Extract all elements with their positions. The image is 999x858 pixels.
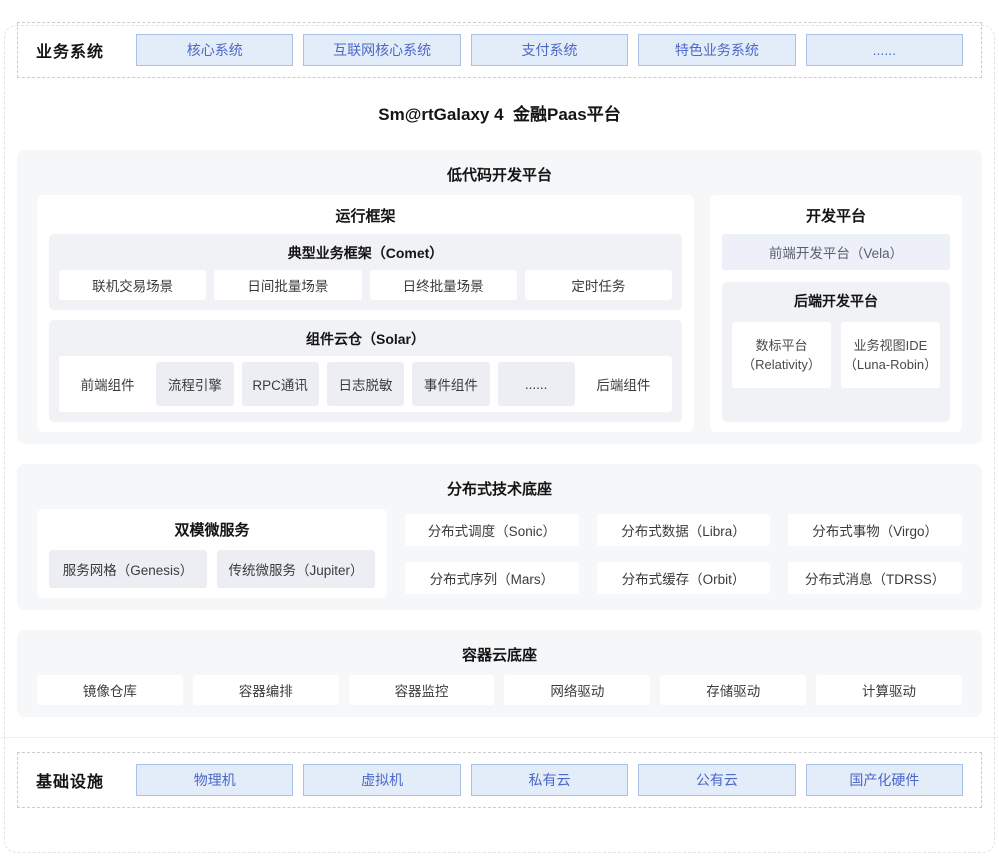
comet-item: 日间批量场景: [214, 270, 361, 300]
container-cloud-item: 网络驱动: [504, 675, 650, 705]
business-system-item: 互联网核心系统: [303, 34, 460, 66]
solar-chip: 事件组件: [412, 362, 489, 406]
infrastructure-item: 国产化硬件: [806, 764, 963, 796]
dual-mode-row: 服务网格（Genesis） 传统微服务（Jupiter）: [49, 550, 375, 588]
solar-items-row: 前端组件 流程引擎 RPC通讯 日志脱敏 事件组件 ...... 后端组件: [59, 356, 672, 412]
business-system-item: 支付系统: [471, 34, 628, 66]
backend-items-row: 数标平台 （Relativity） 业务视图IDE （Luna-Robin）: [732, 322, 940, 388]
runtime-framework-title: 运行框架: [49, 207, 682, 226]
platform-title: Sm@rtGalaxy 4 金融Paas平台: [0, 104, 999, 126]
dual-mode-item: 传统微服务（Jupiter）: [217, 550, 375, 588]
backend-item-name: 数标平台: [755, 336, 807, 356]
container-cloud-item: 容器监控: [349, 675, 495, 705]
infrastructure-item: 虚拟机: [303, 764, 460, 796]
container-cloud-row: 镜像仓库 容器编排 容器监控 网络驱动 存储驱动 计算驱动: [37, 675, 962, 705]
solar-frontend-item: 前端组件: [67, 362, 148, 406]
low-code-columns: 运行框架 典型业务框架（Comet） 联机交易场景 日间批量场景 日终批量场景 …: [37, 195, 962, 432]
runtime-framework-card: 运行框架 典型业务框架（Comet） 联机交易场景 日间批量场景 日终批量场景 …: [37, 195, 694, 432]
infrastructure-item: 私有云: [471, 764, 628, 796]
container-cloud-item: 存储驱动: [660, 675, 806, 705]
distributed-service-item: 分布式缓存（Orbit）: [597, 562, 771, 594]
dual-mode-microservices-card: 双模微服务 服务网格（Genesis） 传统微服务（Jupiter）: [37, 509, 387, 598]
infrastructure-item: 物理机: [136, 764, 293, 796]
container-cloud-item: 容器编排: [193, 675, 339, 705]
distributed-service-item: 分布式调度（Sonic）: [405, 514, 579, 546]
comet-item: 日终批量场景: [370, 270, 517, 300]
low-code-title: 低代码开发平台: [37, 166, 962, 185]
container-cloud-item: 计算驱动: [816, 675, 962, 705]
backend-item-code: （Luna-Robin）: [844, 355, 937, 375]
container-cloud-title: 容器云底座: [37, 646, 962, 665]
container-cloud-item: 镜像仓库: [37, 675, 183, 705]
distributed-title: 分布式技术底座: [37, 480, 962, 499]
distributed-columns: 双模微服务 服务网格（Genesis） 传统微服务（Jupiter） 分布式调度…: [37, 509, 962, 598]
solar-panel: 组件云仓（Solar） 前端组件 流程引擎 RPC通讯 日志脱敏 事件组件 ..…: [49, 320, 682, 422]
solar-chip: ......: [498, 362, 575, 406]
distributed-panel: 分布式技术底座 双模微服务 服务网格（Genesis） 传统微服务（Jupite…: [17, 464, 982, 610]
backend-dev-panel: 后端开发平台 数标平台 （Relativity） 业务视图IDE （Luna-R…: [722, 282, 950, 422]
backend-item-name: 业务视图IDE: [854, 336, 928, 356]
business-systems-label: 业务系统: [36, 38, 136, 62]
distributed-services-grid: 分布式调度（Sonic） 分布式数据（Libra） 分布式事物（Virgo） 分…: [405, 509, 962, 598]
business-systems-strip: 业务系统 核心系统 互联网核心系统 支付系统 特色业务系统 ......: [17, 22, 982, 78]
distributed-service-item: 分布式事物（Virgo）: [788, 514, 962, 546]
vela-frontend-platform-box: 前端开发平台（Vela）: [722, 234, 950, 270]
backend-item-code: （Relativity）: [742, 355, 821, 375]
solar-title: 组件云仓（Solar）: [59, 330, 672, 348]
comet-items-row: 联机交易场景 日间批量场景 日终批量场景 定时任务: [59, 270, 672, 300]
distributed-service-item: 分布式消息（TDRSS）: [788, 562, 962, 594]
dual-mode-item: 服务网格（Genesis）: [49, 550, 207, 588]
business-system-item: 特色业务系统: [638, 34, 795, 66]
infrastructure-boxes: 物理机 虚拟机 私有云 公有云 国产化硬件: [136, 764, 963, 796]
distributed-service-item: 分布式序列（Mars）: [405, 562, 579, 594]
dual-mode-title: 双模微服务: [49, 521, 375, 540]
low-code-panel: 低代码开发平台 运行框架 典型业务框架（Comet） 联机交易场景 日间批量场景…: [17, 150, 982, 444]
dev-platform-card: 开发平台 前端开发平台（Vela） 后端开发平台 数标平台 （Relativit…: [710, 195, 962, 432]
business-systems-boxes: 核心系统 互联网核心系统 支付系统 特色业务系统 ......: [136, 34, 963, 66]
dev-platform-title: 开发平台: [722, 207, 950, 226]
container-cloud-panel: 容器云底座 镜像仓库 容器编排 容器监控 网络驱动 存储驱动 计算驱动: [17, 630, 982, 717]
comet-title: 典型业务框架（Comet）: [59, 244, 672, 262]
backend-item-luna-robin: 业务视图IDE （Luna-Robin）: [841, 322, 940, 388]
solar-backend-item: 后端组件: [583, 362, 664, 406]
infrastructure-label: 基础设施: [36, 768, 136, 792]
comet-panel: 典型业务框架（Comet） 联机交易场景 日间批量场景 日终批量场景 定时任务: [49, 234, 682, 310]
backend-item-relativity: 数标平台 （Relativity）: [732, 322, 831, 388]
section-divider: [0, 737, 999, 738]
solar-chip: 流程引擎: [156, 362, 233, 406]
infrastructure-item: 公有云: [638, 764, 795, 796]
solar-chip: RPC通讯: [242, 362, 319, 406]
distributed-service-item: 分布式数据（Libra）: [597, 514, 771, 546]
solar-chip: 日志脱敏: [327, 362, 404, 406]
comet-item: 定时任务: [525, 270, 672, 300]
business-system-item: 核心系统: [136, 34, 293, 66]
comet-item: 联机交易场景: [59, 270, 206, 300]
infrastructure-strip: 基础设施 物理机 虚拟机 私有云 公有云 国产化硬件: [17, 752, 982, 808]
backend-dev-title: 后端开发平台: [732, 292, 940, 310]
business-system-item: ......: [806, 34, 963, 66]
